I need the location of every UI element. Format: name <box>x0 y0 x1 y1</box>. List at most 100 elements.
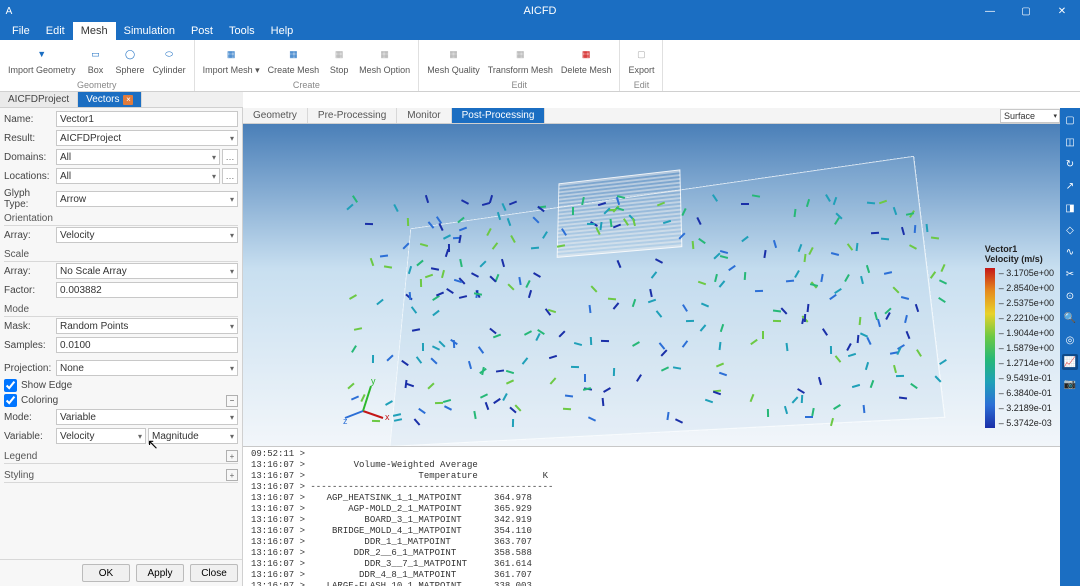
factor-input[interactable]: 0.003882 <box>56 282 238 298</box>
stop-button[interactable]: ▦Stop <box>323 42 355 80</box>
tab-postprocessing[interactable]: Post-Processing <box>452 108 546 123</box>
rotate-tool-icon[interactable]: ↻ <box>1062 156 1078 172</box>
velocity-vector <box>380 255 388 258</box>
show-edge-checkbox[interactable] <box>4 379 17 392</box>
quality-icon: ▦ <box>443 44 463 64</box>
legend-section-label: Legend <box>4 451 37 462</box>
create-mesh-button[interactable]: ▦Create Mesh <box>264 42 324 80</box>
scale-array-select[interactable]: No Scale Array <box>56 263 238 279</box>
tab-vectors[interactable]: Vectors × <box>78 92 142 107</box>
locations-select[interactable]: All <box>56 168 220 184</box>
close-window-button[interactable]: ✕ <box>1044 0 1080 22</box>
close-tab-icon[interactable]: × <box>123 95 133 105</box>
menu-post[interactable]: Post <box>183 22 221 40</box>
domains-more-button[interactable]: … <box>222 149 238 165</box>
domains-select[interactable]: All <box>56 149 220 165</box>
menu-help[interactable]: Help <box>263 22 302 40</box>
cut-tool-icon[interactable]: ✂ <box>1062 266 1078 282</box>
close-button[interactable]: Close <box>190 564 238 582</box>
mask-select[interactable]: Random Points <box>56 318 238 334</box>
velocity-vector <box>347 204 354 211</box>
console-output[interactable]: 09:52:11 > 13:16:07 > Volume-Weighted Av… <box>243 446 1060 586</box>
cylinder-button[interactable]: ⬭Cylinder <box>149 42 190 80</box>
ribbon-group-geometry: Geometry <box>77 80 117 91</box>
delete-mesh-label: Delete Mesh <box>561 65 612 75</box>
right-toolbar: ▢ ◫ ↻ ↗ ◨ ◇ ∿ ✂ ⊙ 🔍 ◎ 📈 📷 <box>1060 108 1080 586</box>
variable-select[interactable]: Velocity <box>56 428 146 444</box>
styling-expand-icon[interactable]: + <box>226 469 238 481</box>
menu-tools[interactable]: Tools <box>221 22 263 40</box>
3d-viewport[interactable]: Vector1 Velocity (m/s) – 3.1705e+00– 2.8… <box>243 124 1060 446</box>
camera-tool-icon[interactable]: 📷 <box>1062 376 1078 392</box>
zoom-tool-icon[interactable]: 🔍 <box>1062 310 1078 326</box>
coloring-collapse-icon[interactable]: − <box>226 395 238 407</box>
mode-label: Mode: <box>4 412 56 423</box>
velocity-vector <box>349 294 357 300</box>
maximize-button[interactable]: ▢ <box>1008 0 1044 22</box>
legend-section[interactable]: Legend + <box>4 448 238 464</box>
menu-simulation[interactable]: Simulation <box>116 22 183 40</box>
velocity-vector <box>482 202 490 206</box>
target-tool-icon[interactable]: ◎ <box>1062 332 1078 348</box>
mesh-option-button[interactable]: ▦Mesh Option <box>355 42 414 80</box>
probe-tool-icon[interactable]: ⊙ <box>1062 288 1078 304</box>
velocity-vector <box>372 355 374 363</box>
menu-edit[interactable]: Edit <box>38 22 73 40</box>
menu-file[interactable]: File <box>4 22 38 40</box>
iso-tool-icon[interactable]: ◇ <box>1062 222 1078 238</box>
velocity-vector <box>931 237 939 240</box>
create-mesh-label: Create Mesh <box>268 65 320 75</box>
box-icon: ▭ <box>86 44 106 64</box>
styling-section-label: Styling <box>4 470 34 481</box>
orient-array-select[interactable]: Velocity <box>56 227 238 243</box>
tab-geometry[interactable]: Geometry <box>243 108 308 123</box>
slice-tool-icon[interactable]: ◨ <box>1062 200 1078 216</box>
import-mesh-button[interactable]: ▦Import Mesh ▾ <box>199 42 264 80</box>
chart-tool-icon[interactable]: 📈 <box>1062 354 1078 370</box>
stop-label: Stop <box>330 65 349 75</box>
velocity-vector <box>601 398 604 406</box>
stream-tool-icon[interactable]: ∿ <box>1062 244 1078 260</box>
velocity-vector <box>608 297 616 300</box>
name-input[interactable]: Vector1 <box>56 111 238 127</box>
cube-tool-icon[interactable]: ◫ <box>1062 134 1078 150</box>
tab-monitor[interactable]: Monitor <box>397 108 451 123</box>
styling-section[interactable]: Styling + <box>4 467 238 483</box>
tab-vectors-label: Vectors <box>86 94 119 105</box>
tab-aicfdproject[interactable]: AICFDProject <box>0 92 78 107</box>
glyph-type-select[interactable]: Arrow <box>56 191 238 207</box>
import-geometry-button[interactable]: ▼Import Geometry <box>4 42 80 80</box>
legend-expand-icon[interactable]: + <box>226 450 238 462</box>
mesh-quality-label: Mesh Quality <box>427 65 480 75</box>
mode-header: Mode <box>4 302 238 317</box>
cylinder-label: Cylinder <box>153 65 186 75</box>
sphere-button[interactable]: ◯Sphere <box>112 42 149 80</box>
legend-tick: – 2.2210e+00 <box>999 313 1054 323</box>
coloring-checkbox[interactable] <box>4 394 17 407</box>
ok-button[interactable]: OK <box>82 564 130 582</box>
mode-select[interactable]: Variable <box>56 409 238 425</box>
mesh-quality-button[interactable]: ▦Mesh Quality <box>423 42 484 80</box>
center-area: Geometry Pre-Processing Monitor Post-Pro… <box>243 108 1060 586</box>
export-button[interactable]: ▢Export <box>624 42 658 80</box>
variable-label: Variable: <box>4 431 56 442</box>
transform-mesh-label: Transform Mesh <box>488 65 553 75</box>
vector-tool-icon[interactable]: ↗ <box>1062 178 1078 194</box>
velocity-vector <box>461 199 469 204</box>
result-select[interactable]: AICFDProject <box>56 130 238 146</box>
magnitude-select[interactable]: Magnitude <box>148 428 238 444</box>
apply-button[interactable]: Apply <box>136 564 184 582</box>
box-button[interactable]: ▭Box <box>80 42 112 80</box>
tab-preprocessing[interactable]: Pre-Processing <box>308 108 397 123</box>
frame-tool-icon[interactable]: ▢ <box>1062 112 1078 128</box>
delete-mesh-button[interactable]: ▦Delete Mesh <box>557 42 616 80</box>
locations-more-button[interactable]: … <box>222 168 238 184</box>
minimize-button[interactable]: — <box>972 0 1008 22</box>
transform-mesh-button[interactable]: ▦Transform Mesh <box>484 42 557 80</box>
surface-select[interactable]: Surface <box>1000 109 1060 123</box>
projection-select[interactable]: None <box>56 360 238 376</box>
menu-mesh[interactable]: Mesh <box>73 22 116 40</box>
velocity-vector <box>422 343 424 351</box>
samples-input[interactable]: 0.0100 <box>56 337 238 353</box>
velocity-vector <box>741 203 749 205</box>
